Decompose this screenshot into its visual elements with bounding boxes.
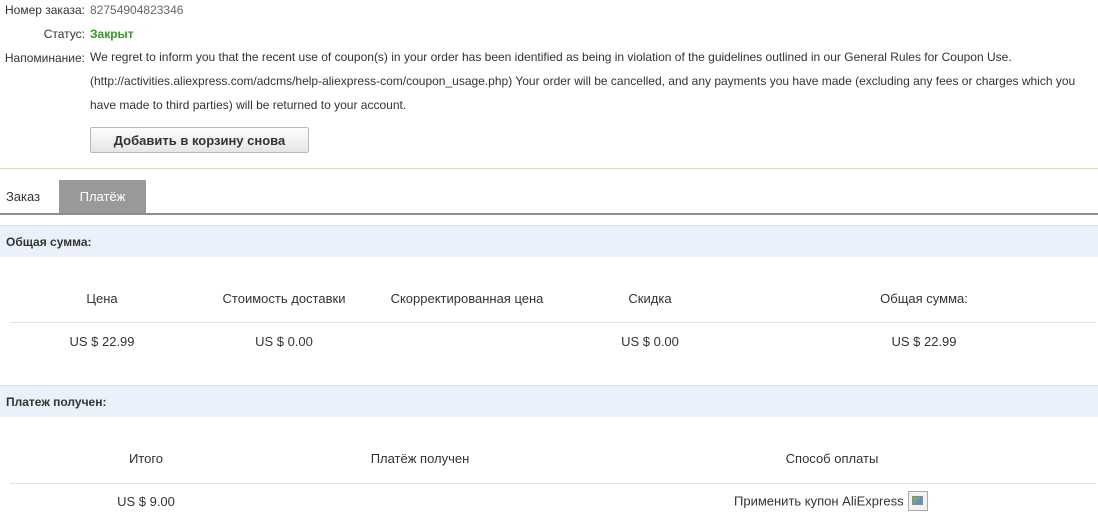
total-header-discount: Скидка — [628, 291, 672, 306]
total-header-adjusted: Скорректированная цена — [390, 291, 544, 306]
payment-header-received: Платёж получен — [370, 451, 470, 466]
payment-method: Применить купон AliExpress — [734, 491, 928, 512]
total-value-shipping: US $ 0.00 — [255, 334, 313, 349]
payment-method-label: Применить купон AliExpress — [734, 493, 904, 509]
tabs-underline — [0, 213, 1098, 215]
total-header-shipping: Стоимость доставки — [222, 291, 346, 306]
reminder-label: Напоминание: — [4, 51, 85, 65]
broken-image-icon — [907, 491, 928, 511]
order-tabs: Заказ Платёж — [0, 180, 1098, 214]
order-number-value: 82754904823346 — [90, 3, 184, 17]
order-number-label: Номер заказа: — [4, 3, 85, 17]
total-header-sum: Общая сумма: — [880, 291, 968, 306]
total-header-price: Цена — [86, 291, 118, 306]
reminder-line: (http://activities.aliexpress.com/adcms/… — [90, 74, 1076, 88]
total-value-sum: US $ 22.99 — [891, 334, 957, 349]
payment-section-header: Платеж получен: — [0, 385, 1098, 417]
table-divider — [10, 322, 1096, 323]
reminder-line: have made to third parties) will be retu… — [90, 98, 407, 112]
order-status-label: Статус: — [43, 27, 85, 41]
payment-header-total: Итого — [128, 451, 164, 466]
total-value-discount: US $ 0.00 — [621, 334, 679, 349]
table-divider — [10, 483, 1096, 484]
tab-order[interactable]: Заказ — [0, 180, 46, 214]
reminder-text: We regret to inform you that the recent … — [90, 45, 1096, 117]
total-section-header: Общая сумма: — [0, 225, 1098, 257]
payment-header-method: Способ оплаты — [785, 451, 879, 466]
payment-value-total: US $ 9.00 — [117, 494, 175, 509]
add-to-cart-again-button[interactable]: Добавить в корзину снова — [90, 127, 309, 153]
status-badge: Закрыт — [90, 27, 134, 41]
tab-payment[interactable]: Платёж — [59, 180, 146, 214]
total-value-price: US $ 22.99 — [69, 334, 135, 349]
reminder-line: We regret to inform you that the recent … — [90, 50, 1012, 64]
separator — [0, 168, 1098, 169]
